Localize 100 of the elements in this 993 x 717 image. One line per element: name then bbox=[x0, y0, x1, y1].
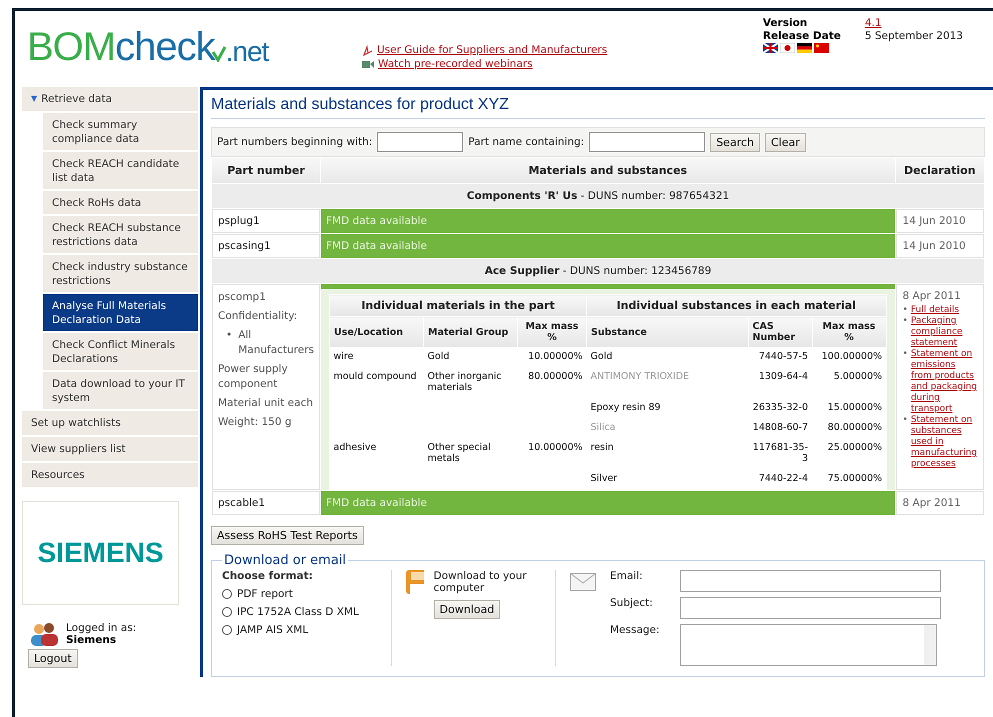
video-camera-icon bbox=[362, 59, 374, 69]
clear-button[interactable]: Clear bbox=[765, 132, 806, 152]
nav-item[interactable]: Analyse Full Materials Declaration Data bbox=[43, 294, 198, 331]
info-text: All Manufacturers bbox=[238, 328, 314, 358]
info-text: Power supply component bbox=[218, 362, 289, 392]
flag-icon[interactable] bbox=[796, 43, 812, 53]
table-cell: resin bbox=[586, 439, 748, 470]
assess-button[interactable]: Assess RoHS Test Reports bbox=[211, 526, 364, 545]
table-cell: Silver bbox=[586, 470, 748, 490]
nav-item[interactable]: Check RoHs data bbox=[43, 191, 198, 214]
table-header: Individual substances in each material bbox=[586, 294, 886, 316]
company-logo: SIEMENS bbox=[22, 501, 179, 605]
table-cell: adhesive bbox=[330, 439, 424, 470]
column-header: CAS Number bbox=[748, 316, 812, 348]
link[interactable]: User Guide for Suppliers and Manufacturers bbox=[377, 44, 608, 56]
logo-text: .net bbox=[226, 36, 268, 68]
email-field[interactable] bbox=[680, 570, 941, 592]
column-header: Substance bbox=[586, 316, 748, 348]
table-cell: Gold bbox=[424, 348, 518, 368]
column-header: Declaration bbox=[896, 158, 984, 183]
logo-text: check bbox=[115, 25, 215, 70]
field-label: Message: bbox=[610, 624, 661, 636]
status-bar: FMD data available bbox=[321, 209, 895, 233]
part-number: pscable1 bbox=[212, 491, 320, 515]
nav-item[interactable]: Check industry substance restrictions bbox=[43, 255, 198, 292]
filter-label: Part name containing: bbox=[468, 136, 584, 148]
bullet: • bbox=[902, 349, 908, 360]
logout-button[interactable]: Logout bbox=[28, 649, 78, 668]
release-date-label: Release Date bbox=[762, 30, 842, 43]
release-date: 5 September 2013 bbox=[864, 30, 963, 43]
part-number-field[interactable] bbox=[377, 132, 464, 152]
supplier-heading: Components 'R' Us - DUNS number: 987654321 bbox=[212, 184, 984, 208]
field-label: Subject: bbox=[610, 597, 654, 609]
table-cell: 80.00000% bbox=[518, 368, 587, 399]
expander-icon: ▼ bbox=[31, 92, 38, 106]
bullet: • bbox=[226, 328, 232, 343]
user-name: Siemens bbox=[66, 634, 118, 646]
nav-item[interactable]: Data download to your IT system bbox=[43, 372, 198, 409]
info-text: Confidentiality: bbox=[218, 309, 298, 324]
users-icon bbox=[28, 621, 60, 647]
table-cell: 75.00000% bbox=[812, 470, 886, 490]
part-number: psplug1 bbox=[212, 209, 320, 233]
info-text: Material unit each bbox=[218, 396, 314, 411]
bullet: • bbox=[902, 415, 908, 426]
bullet: • bbox=[902, 305, 908, 316]
link[interactable]: Packaging compliance statement bbox=[910, 316, 977, 349]
table-cell: wire bbox=[330, 348, 424, 368]
status-bar: FMD data available bbox=[321, 234, 895, 258]
part-number: pscasing1 bbox=[212, 234, 320, 258]
nav-item[interactable]: Resources bbox=[22, 463, 198, 487]
table-cell: 7440-22-4 bbox=[748, 470, 812, 490]
declaration-date: 14 Jun 2010 bbox=[896, 209, 984, 233]
envelope-icon bbox=[570, 573, 596, 591]
part-name-field[interactable] bbox=[589, 132, 706, 152]
nav-item[interactable]: View suppliers list bbox=[22, 437, 198, 461]
nav-item[interactable]: Set up watchlists bbox=[22, 411, 198, 435]
table-cell: mould compound bbox=[330, 368, 424, 399]
format-radio[interactable]: IPC 1752A Class D XML bbox=[222, 606, 377, 618]
bullet: • bbox=[902, 316, 908, 327]
section-legend: Download or email bbox=[222, 553, 348, 568]
nav-item[interactable]: Check REACH candidate list data bbox=[43, 152, 198, 189]
field-label: Email: bbox=[610, 570, 644, 582]
message-field[interactable] bbox=[680, 624, 937, 666]
status-bar: FMD data available bbox=[321, 491, 895, 515]
link[interactable]: Full details bbox=[910, 305, 960, 316]
column-header: Part number bbox=[212, 158, 320, 183]
nav-item[interactable]: Check REACH substance restrictions data bbox=[43, 216, 198, 253]
table-cell: 80.00000% bbox=[812, 419, 886, 439]
subject-field[interactable] bbox=[680, 597, 941, 619]
link[interactable]: Watch pre-recorded webinars bbox=[378, 58, 533, 70]
table-cell: 7440-57-5 bbox=[748, 348, 812, 368]
search-button[interactable]: Search bbox=[710, 132, 760, 152]
column-header: Materials and substances bbox=[321, 158, 895, 183]
table-cell: 25.00000% bbox=[812, 439, 886, 470]
logo-text: BOM bbox=[27, 25, 116, 70]
nav-item[interactable]: ▼ Retrieve data bbox=[22, 87, 198, 111]
format-heading: Choose format: bbox=[222, 570, 314, 582]
format-radio[interactable]: PDF report bbox=[222, 588, 377, 600]
nav-item[interactable]: Check Conflict Minerals Declarations bbox=[43, 333, 198, 370]
declaration-date: 8 Apr 2011 bbox=[902, 290, 961, 302]
filter-label: Part numbers beginning with: bbox=[217, 136, 372, 148]
nav-item[interactable]: Check summary compliance data bbox=[43, 113, 198, 150]
table-header: Individual materials in the part bbox=[330, 294, 587, 316]
table-cell: Other inorganic materials bbox=[424, 368, 518, 399]
flag-icon[interactable] bbox=[762, 43, 778, 53]
table-cell: 10.00000% bbox=[518, 439, 587, 470]
table-cell: 15.00000% bbox=[812, 399, 886, 419]
version-label: Version bbox=[762, 17, 808, 30]
format-radio[interactable]: JAMP AIS XML bbox=[222, 624, 377, 636]
logged-in-label: Logged in as: bbox=[66, 622, 136, 634]
download-button[interactable]: Download bbox=[434, 600, 500, 619]
table-cell: 1309-64-4 bbox=[748, 368, 812, 399]
supplier-heading: Ace Supplier - DUNS number: 123456789 bbox=[212, 259, 984, 283]
link[interactable]: Statement on emissions from products and packaging during transport bbox=[910, 349, 977, 415]
table-cell: 26335-32-0 bbox=[748, 399, 812, 419]
column-header: Max mass % bbox=[518, 316, 587, 348]
link[interactable]: Statement on substances used in manufacturing processes bbox=[910, 415, 977, 470]
column-header: Material Group bbox=[424, 316, 518, 348]
pdf-icon bbox=[362, 44, 373, 56]
version-link[interactable]: 4.1 bbox=[864, 17, 963, 30]
